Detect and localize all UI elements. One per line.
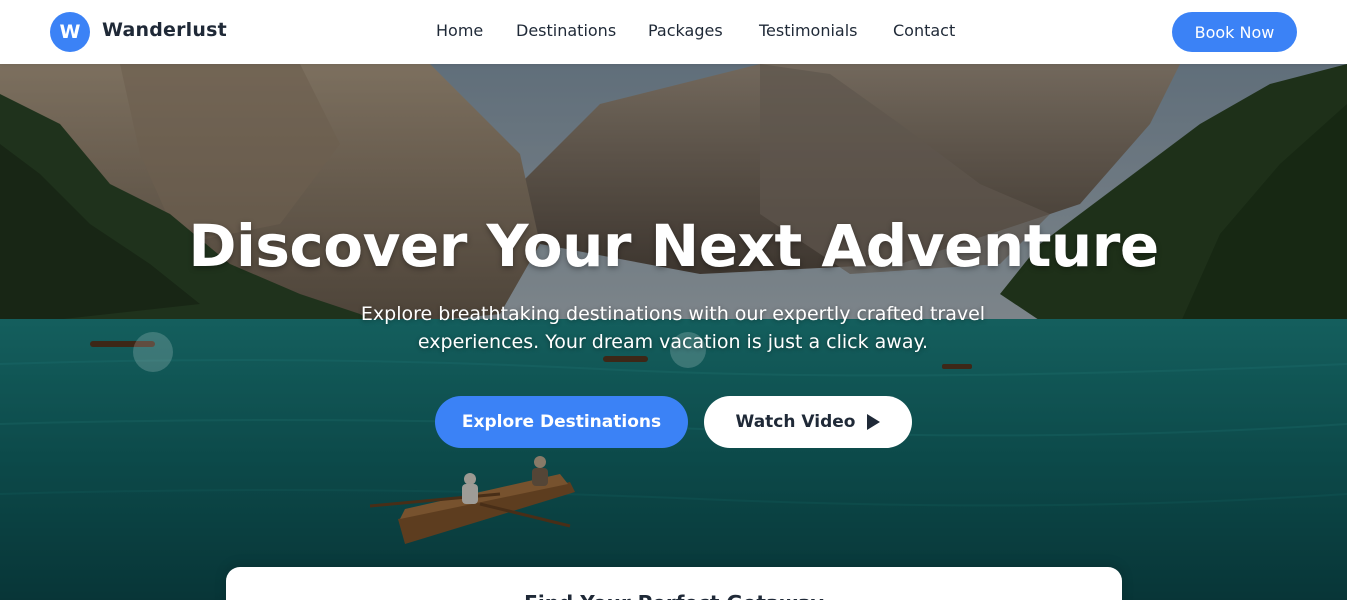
search-card: Find Your Perfect Getaway bbox=[226, 567, 1122, 600]
play-icon bbox=[867, 414, 881, 430]
main-nav: Home Destinations Packages Testimonials … bbox=[0, 21, 1347, 43]
search-card-title: Find Your Perfect Getaway bbox=[226, 591, 1122, 600]
decorative-dot bbox=[133, 332, 173, 372]
nav-packages[interactable]: Packages bbox=[648, 21, 723, 40]
nav-home[interactable]: Home bbox=[436, 21, 483, 40]
nav-testimonials[interactable]: Testimonials bbox=[759, 21, 858, 40]
nav-destinations[interactable]: Destinations bbox=[516, 21, 616, 40]
hero-subtitle: Explore breathtaking destinations with o… bbox=[360, 303, 986, 353]
site-header: W Wanderlust Home Destinations Packages … bbox=[0, 0, 1347, 64]
nav-contact[interactable]: Contact bbox=[893, 21, 955, 40]
watch-video-button[interactable]: Watch Video bbox=[704, 396, 912, 448]
watch-video-label: Watch Video bbox=[735, 412, 856, 432]
hero-title: Discover Your Next Adventure bbox=[188, 212, 1159, 280]
explore-destinations-button[interactable]: Explore Destinations bbox=[435, 396, 688, 448]
hero-section: Discover Your Next Adventure Explore bre… bbox=[0, 64, 1347, 600]
book-now-button[interactable]: Book Now bbox=[1172, 12, 1297, 52]
